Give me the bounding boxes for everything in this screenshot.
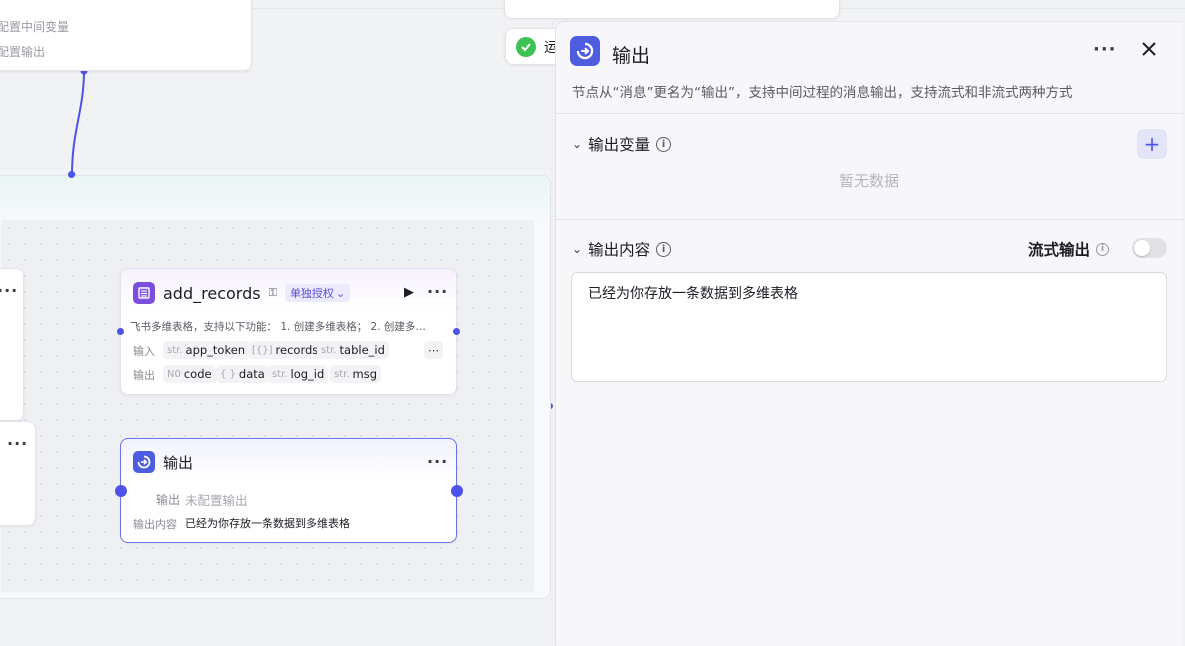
param-name: records	[275, 343, 319, 357]
config-variables-line: 配置中间变量	[0, 20, 70, 34]
output-param-code: N0 code	[163, 365, 216, 383]
chevron-down-icon: ⌄	[335, 286, 346, 300]
param-name: msg	[352, 367, 378, 381]
more-icon[interactable]: ···	[0, 281, 18, 300]
output-node-content-value: 已经为你存放一条数据到多维表格	[185, 517, 350, 530]
param-name: table_id	[339, 343, 385, 357]
output-content-title: 输出内容	[588, 241, 651, 259]
panel-divider	[556, 219, 1183, 220]
auth-lock-icon: ⚿	[268, 286, 277, 299]
top-config-node[interactable]: 配置中间变量 配置输出	[0, 0, 252, 71]
stream-output-label: 流式输出	[1028, 241, 1091, 259]
param-type: str.	[334, 368, 350, 380]
input-param-table-id: str. table_id	[317, 341, 389, 359]
auth-tag[interactable]: 单独授权 ⌄	[284, 284, 351, 302]
output-variables-section-header[interactable]: ⌄ 输出变量 i	[572, 133, 672, 155]
output-node-title: 输出	[163, 453, 194, 472]
output-param-msg: str. msg	[330, 365, 382, 383]
output-node-output-value: 未配置输出	[185, 493, 248, 508]
output-content-section-header[interactable]: ⌄ 输出内容 i	[572, 238, 672, 260]
info-icon[interactable]: i	[1096, 242, 1110, 256]
run-node-icon[interactable]: ▶	[404, 285, 414, 300]
add-records-output-port[interactable]	[453, 328, 460, 335]
param-type: str.	[167, 344, 183, 356]
param-type: str.	[321, 344, 337, 356]
chevron-down-icon: ⌄	[572, 137, 583, 151]
more-params-button[interactable]: ⋯	[424, 341, 443, 359]
param-type: [{}]	[252, 344, 273, 356]
output-node-output-port[interactable]	[451, 485, 463, 497]
add-records-description: 飞书多维表格，支持以下功能： 1. 创建多维表格； 2. 创建多…	[130, 321, 426, 333]
add-records-title: add_records	[163, 283, 261, 303]
more-icon[interactable]: ···	[427, 282, 448, 301]
input-row-label: 输入	[133, 345, 155, 358]
panel-output-icon	[570, 36, 600, 66]
success-check-icon	[516, 36, 536, 57]
more-icon[interactable]: ···	[7, 434, 28, 453]
output-variables-title: 输出变量	[588, 136, 651, 154]
info-icon[interactable]: i	[656, 136, 672, 152]
stream-output-label-group: 流式输出 i	[1028, 238, 1110, 260]
input-param-app-token: str. app_token	[163, 341, 250, 359]
left-node-lower[interactable]: ···	[0, 421, 36, 526]
config-output-line: 配置输出	[0, 45, 46, 59]
add-records-node[interactable]: add_records ⚿ 单独授权 ⌄ ▶ ··· 飞书多维表格，支持以下功能：…	[120, 268, 457, 395]
output-node-input-port[interactable]	[115, 485, 127, 497]
panel-close-icon[interactable]	[1140, 40, 1158, 62]
output-param-data: { } data	[216, 365, 269, 383]
stream-output-toggle[interactable]	[1132, 238, 1167, 258]
more-icon[interactable]: ···	[427, 452, 448, 471]
loop-input-port[interactable]	[68, 171, 75, 178]
output-content-editor[interactable]: 已经为你存放一条数据到多维表格	[571, 272, 1167, 382]
input-param-records: [{}] records	[248, 341, 323, 359]
param-type: N0	[167, 368, 181, 380]
node-config-panel[interactable]: 输出 ··· 节点从“消息”更名为“输出”，支持中间过程的消息输出，支持流式和非…	[555, 21, 1183, 646]
add-records-input-port[interactable]	[117, 328, 124, 335]
param-type: { }	[220, 368, 236, 380]
param-name: log_id	[290, 367, 325, 381]
param-name: code	[183, 367, 212, 381]
empty-state-text: 暂无数据	[839, 172, 900, 190]
param-type: str.	[272, 368, 288, 380]
panel-more-icon[interactable]: ···	[1093, 39, 1117, 60]
add-variable-button[interactable]: +	[1137, 129, 1167, 159]
output-param-log-id: str. log_id	[268, 365, 329, 383]
panel-divider	[556, 113, 1183, 114]
output-node-icon	[133, 451, 155, 473]
auth-tag-label: 单独授权	[289, 287, 334, 300]
param-name: app_token	[185, 343, 246, 357]
output-node-output-label: 输出	[156, 493, 181, 507]
chevron-down-icon: ⌄	[572, 242, 583, 256]
table-plugin-icon	[133, 282, 155, 304]
info-icon[interactable]: i	[656, 241, 672, 257]
panel-description: 节点从“消息”更名为“输出”，支持中间过程的消息输出，支持流式和非流式两种方式	[572, 85, 1073, 101]
output-row-label: 输出	[133, 369, 155, 382]
top-middle-node[interactable]	[504, 0, 840, 19]
panel-title: 输出	[612, 45, 651, 67]
output-node[interactable]: 输出 ··· 输出 未配置输出 输出内容 已经为你存放一条数据到多维表格	[120, 438, 457, 543]
param-name: data	[238, 367, 265, 381]
left-node-upper[interactable]: ···	[0, 268, 24, 421]
output-node-content-label: 输出内容	[133, 518, 177, 531]
